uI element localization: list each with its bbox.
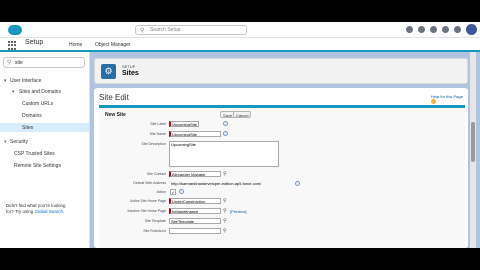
site-contact-field[interactable]: Alexander Mahabir xyxy=(169,171,221,177)
preview-link[interactable]: [Preview] xyxy=(230,209,246,214)
site-name-field[interactable]: UpcomingSite xyxy=(169,131,221,137)
edit-title: Site Edit xyxy=(99,93,129,102)
site-label-label: Site Label xyxy=(150,122,166,126)
lookup-icon[interactable]: ⚲ xyxy=(223,208,229,214)
sidebar-item-sites[interactable]: Sites xyxy=(0,123,89,132)
site-label-field[interactable]: UpcomingSite xyxy=(169,121,199,127)
site-form: New Site Save Cancel Site Label Upcoming… xyxy=(99,105,465,248)
page-scrollbar[interactable] xyxy=(470,52,476,248)
setup-window: ⚲ Search Setup Setup Home Object Manager… xyxy=(0,22,480,248)
star-icon[interactable] xyxy=(406,26,413,33)
site-name-label: Site Name xyxy=(149,132,166,136)
sidebar-item-domains[interactable]: Domains xyxy=(22,113,42,119)
setup-sidebar: ⚲ site ▾ User Interface ▾ Sites and Doma… xyxy=(0,52,90,248)
help-icon[interactable] xyxy=(430,26,437,33)
bell-icon[interactable] xyxy=(454,26,461,33)
help-icon[interactable] xyxy=(431,99,436,105)
search-icon: ⚲ xyxy=(140,28,145,34)
page-title: Sites xyxy=(122,70,139,77)
gear-icon[interactable] xyxy=(442,26,449,33)
app-nav-bar: Setup Home Object Manager xyxy=(0,38,480,52)
sidebar-footer: Didn't find what you're looking for? Try… xyxy=(6,203,86,215)
info-icon xyxy=(223,131,228,136)
info-icon xyxy=(295,181,300,186)
info-icon xyxy=(179,189,184,194)
site-description-textarea[interactable]: UpcomingSite xyxy=(169,141,279,167)
section-title: New Site xyxy=(105,112,126,118)
sidebar-item-csp-trusted-sites[interactable]: CSP Trusted Sites xyxy=(14,151,55,157)
active-label: Active xyxy=(156,190,166,194)
tab-object-manager[interactable]: Object Manager xyxy=(92,38,134,52)
default-web-address-label: Default Web Address xyxy=(133,181,166,185)
help-link[interactable]: Help for this Page xyxy=(431,94,468,105)
app-launcher-icon[interactable] xyxy=(8,41,17,50)
sidebar-item-user-interface[interactable]: User Interface xyxy=(10,78,41,84)
plus-icon[interactable] xyxy=(418,26,425,33)
chevron-down-icon[interactable]: ▾ xyxy=(4,139,7,145)
chevron-down-icon[interactable]: ▾ xyxy=(12,89,15,95)
lookup-icon[interactable]: ⚲ xyxy=(223,198,229,204)
main-content: ⚙ SETUP Sites Site Edit Help for this Pa… xyxy=(90,52,480,248)
global-search-placeholder: Search Setup xyxy=(150,27,181,33)
info-icon xyxy=(223,121,228,126)
quick-find-input[interactable]: ⚲ site xyxy=(3,57,85,68)
active-checkbox[interactable]: ✓ xyxy=(170,189,176,195)
default-web-address-value: http://kamrankhandeveloper-edition.ap5.f… xyxy=(171,181,262,186)
site-template-label: Site Template xyxy=(144,219,166,223)
global-header: ⚲ Search Setup xyxy=(0,22,480,38)
site-robots-field[interactable] xyxy=(169,228,221,234)
sites-gear-icon: ⚙ xyxy=(101,64,116,79)
tab-home[interactable]: Home xyxy=(66,38,86,52)
search-icon: ⚲ xyxy=(7,60,12,66)
cancel-button[interactable]: Cancel xyxy=(233,111,252,118)
site-description-label: Site Description xyxy=(141,142,166,146)
site-edit-panel: Site Edit Help for this Page New Site Sa… xyxy=(94,88,468,248)
quick-find-value: site xyxy=(15,60,23,66)
sidebar-item-custom-urls[interactable]: Custom URLs xyxy=(22,101,53,107)
lookup-icon[interactable]: ⚲ xyxy=(223,218,229,224)
inactive-home-page-field[interactable]: InMaintenance xyxy=(169,208,221,214)
active-home-page-field[interactable]: UnderConstruction xyxy=(169,198,221,204)
sidebar-footer-line2: for? Try using xyxy=(6,209,34,214)
site-template-field[interactable]: SiteTemplate xyxy=(169,218,221,224)
inactive-home-page-label: Inactive Site Home Page xyxy=(127,209,166,213)
lookup-icon[interactable]: ⚲ xyxy=(223,171,229,177)
site-robots-label: Site Robots.txt xyxy=(143,229,166,233)
sidebar-item-remote-site-settings[interactable]: Remote Site Settings xyxy=(14,163,61,169)
global-search-input[interactable]: ⚲ Search Setup xyxy=(135,25,247,35)
site-contact-label: Site Contact xyxy=(146,172,166,176)
sidebar-item-security[interactable]: Security xyxy=(10,139,28,145)
active-home-page-label: Active Site Home Page xyxy=(130,199,166,203)
global-search-link[interactable]: Global Search xyxy=(35,209,64,214)
scrollbar-thumb[interactable] xyxy=(471,122,475,162)
app-name: Setup xyxy=(25,39,44,46)
chevron-down-icon[interactable]: ▾ xyxy=(4,78,7,84)
avatar[interactable] xyxy=(466,24,477,35)
page-header: ⚙ SETUP Sites xyxy=(94,58,468,84)
lookup-icon[interactable]: ⚲ xyxy=(223,228,229,234)
page-eyebrow: SETUP xyxy=(122,64,136,69)
help-link-label[interactable]: Help for this Page xyxy=(431,94,463,99)
sidebar-item-sites-and-domains[interactable]: Sites and Domains xyxy=(19,89,61,95)
salesforce-logo[interactable] xyxy=(8,25,22,35)
